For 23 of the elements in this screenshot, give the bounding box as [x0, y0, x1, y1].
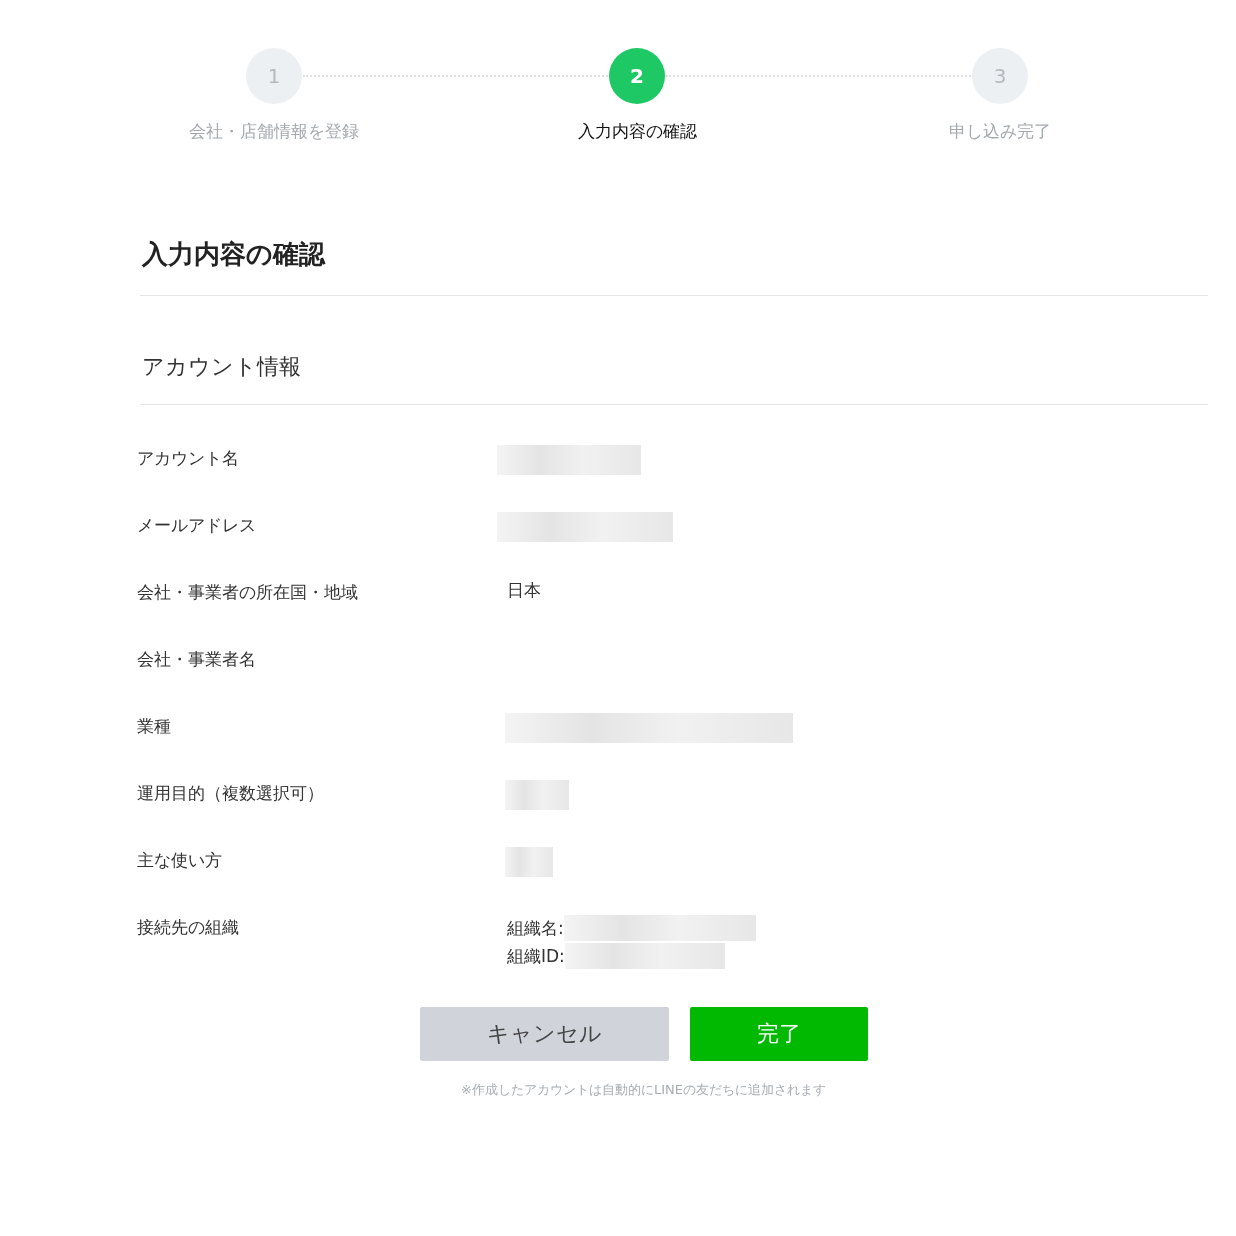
field-label: 会社・事業者の所在国・地域: [137, 581, 359, 604]
step-label: 入力内容の確認: [577, 120, 697, 143]
field-label: 主な使い方: [137, 849, 223, 872]
step-label: 会社・店舗情報を登録: [189, 120, 359, 143]
field-label: 業種: [137, 715, 172, 738]
footnote: ※作成したアカウントは自動的にLINEの友だちに追加されます: [460, 1081, 827, 1099]
cancel-button[interactable]: キャンセル: [419, 1007, 669, 1061]
field-label: 組織ID:: [507, 944, 565, 968]
field-label: メールアドレス: [137, 514, 257, 537]
step-number: 1: [246, 48, 302, 104]
pixelated-block: [505, 847, 553, 877]
section-title: アカウント情報: [142, 353, 302, 381]
field-label: 組織名:: [507, 916, 564, 940]
field-label: 運用目的（複数選択可）: [137, 782, 325, 805]
step-label: 申し込み完了: [949, 120, 1051, 143]
field-label: アカウント名: [137, 447, 240, 470]
pixelated-block: [505, 780, 569, 810]
field-label: 会社・事業者名: [137, 648, 257, 671]
step-number: 2: [609, 48, 665, 104]
field-value: 日本: [507, 579, 541, 602]
step-number: 3: [972, 48, 1028, 104]
page-title: 入力内容の確認: [142, 238, 327, 271]
field-label: 接続先の組織: [137, 916, 240, 939]
